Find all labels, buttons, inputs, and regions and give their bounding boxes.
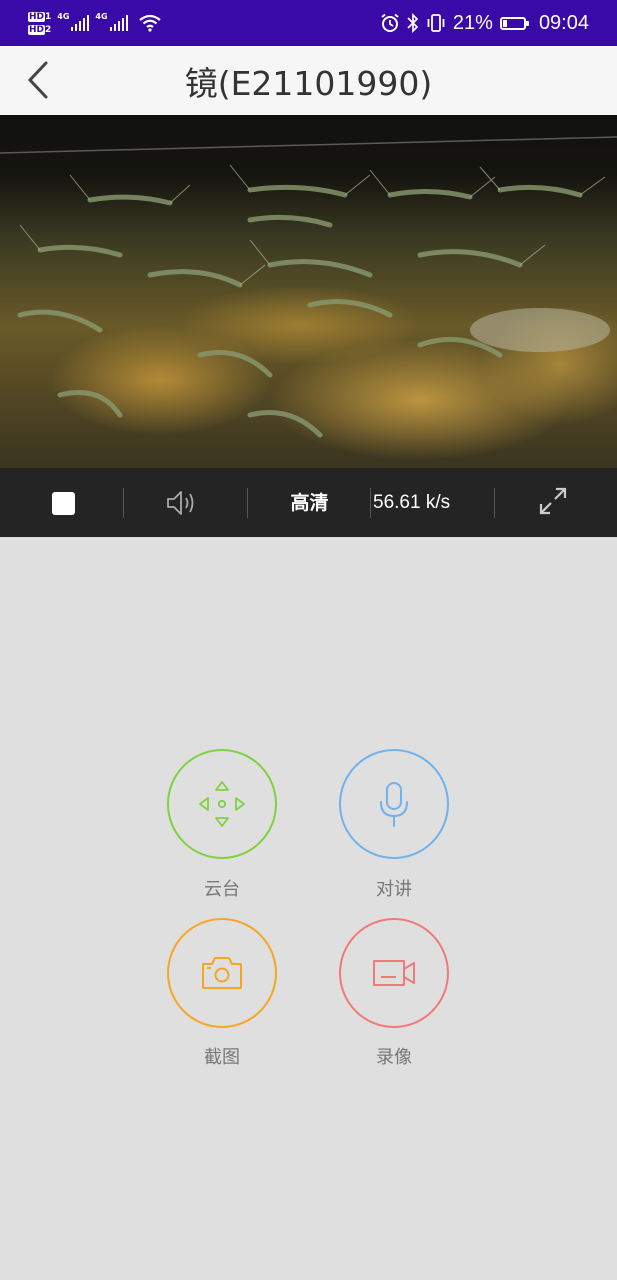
ptz-direction-icon <box>199 781 245 827</box>
title-bar: 镜(E21101990) <box>0 46 617 115</box>
wifi-icon <box>138 14 161 32</box>
record-button[interactable] <box>339 918 449 1028</box>
divider <box>370 488 371 518</box>
hd2-sub: 2 <box>45 24 52 35</box>
ptz-button[interactable] <box>167 749 277 859</box>
hd-indicators: HD1 HD2 <box>28 11 52 35</box>
intercom-button[interactable] <box>339 749 449 859</box>
stop-icon[interactable] <box>52 492 75 515</box>
screenshot-button[interactable] <box>167 918 277 1028</box>
page-title: 镜(E21101990) <box>184 64 433 103</box>
divider <box>247 488 248 518</box>
volume-icon[interactable] <box>165 488 199 518</box>
battery-percent: 21% <box>452 11 493 34</box>
signal-icon <box>109 15 128 31</box>
battery-fill <box>502 19 507 27</box>
video-frame-image <box>0 115 617 468</box>
camera-icon <box>202 957 242 989</box>
ptz-label: 云台 <box>204 879 240 900</box>
status-right: 21% 09:04 <box>380 0 589 46</box>
bluetooth-icon <box>407 13 419 33</box>
network-type-2: 4G <box>95 11 108 21</box>
quality-toggle[interactable]: 高清 <box>272 468 347 537</box>
signal-icon <box>71 15 90 31</box>
hd1-sub: 1 <box>45 11 52 22</box>
vibrate-icon <box>427 14 445 32</box>
bitrate-readout: 56.61 k/s <box>373 492 451 513</box>
battery-icon <box>499 16 529 30</box>
fullscreen-icon[interactable] <box>538 486 568 516</box>
divider <box>494 488 495 518</box>
video-player[interactable] <box>0 115 617 468</box>
hd2-badge: HD <box>28 24 46 35</box>
video-camera-icon <box>373 960 415 986</box>
divider <box>123 488 124 518</box>
record-label: 录像 <box>376 1047 412 1068</box>
status-bar: HD1 HD2 4G 4G 21% 09:04 <box>0 0 617 46</box>
network-type-1: 4G <box>57 11 70 21</box>
hd1-badge: HD <box>28 11 46 22</box>
status-left: HD1 HD2 4G 4G <box>28 6 162 40</box>
intercom-label: 对讲 <box>376 879 412 900</box>
alarm-icon <box>381 13 399 32</box>
microphone-icon <box>380 782 408 827</box>
screenshot-label: 截图 <box>204 1047 240 1068</box>
status-time: 09:04 <box>538 11 589 34</box>
